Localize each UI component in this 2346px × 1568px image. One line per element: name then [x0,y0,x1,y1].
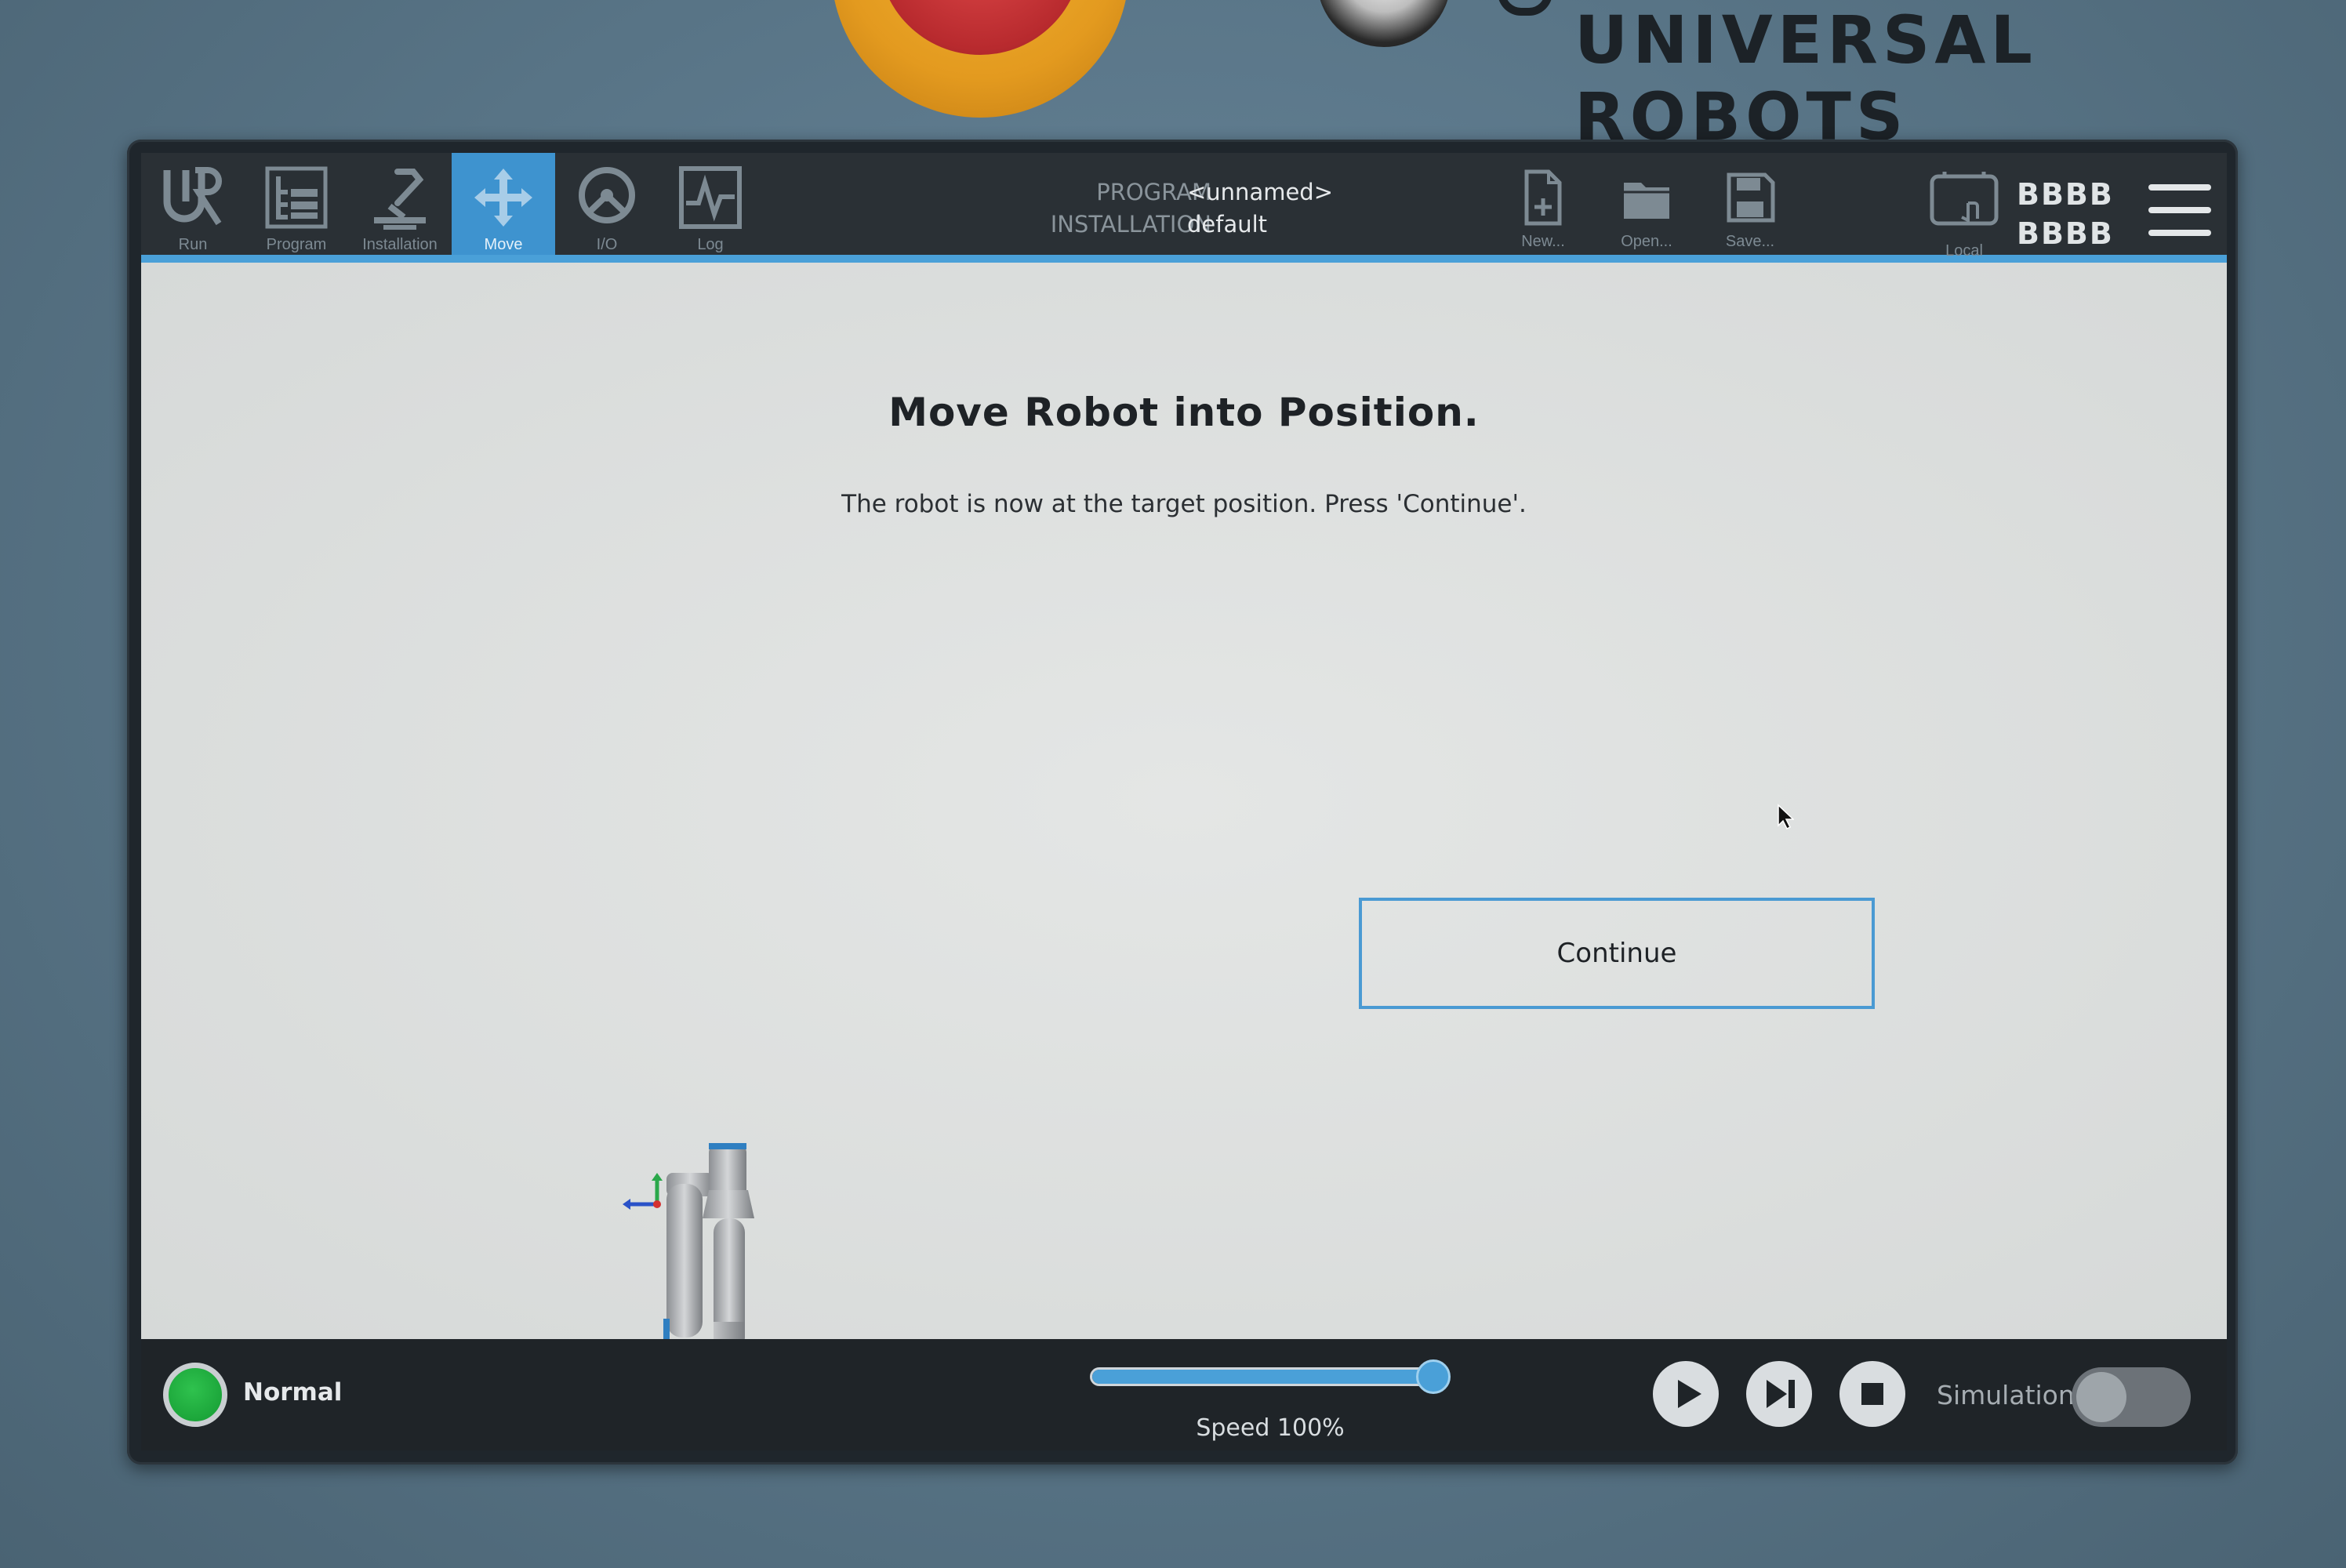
save-button-label: Save... [1725,233,1775,250]
robot-id-line-1: BBBB [2017,177,2114,212]
save-button[interactable]: Save... [1703,161,1797,256]
status-footer: Normal Speed 100% Simulation [141,1339,2227,1450]
ur-logo-icon [163,167,222,226]
hamburger-menu-icon[interactable] [2148,184,2211,236]
folder-icon [1624,183,1669,219]
continue-button[interactable]: Continue [1359,898,1875,1009]
local-control-icon [1930,172,1999,226]
new-button[interactable]: New... [1496,161,1590,256]
nav-move[interactable]: Move [452,153,555,255]
nav-program-label: Program [266,236,327,253]
io-icon [579,167,635,223]
program-info-values: <unnamed> default [1187,176,1333,241]
move-icon [474,169,532,227]
local-control-button[interactable]: Local [1921,161,2007,263]
play-icon [1678,1380,1701,1408]
instruction-message: The robot is now at the target position.… [841,490,1527,518]
simulation-toggle-knob [2076,1372,2126,1422]
teach-pendant-screen: Run Program Installation Move I/O Log PR… [141,153,2227,1450]
new-file-icon [1524,169,1562,226]
stop-button[interactable] [1839,1361,1905,1427]
speed-slider-handle[interactable] [1416,1359,1451,1394]
open-button-label: Open... [1621,233,1672,250]
nav-installation-label: Installation [362,236,438,253]
save-disk-icon [1727,172,1775,223]
step-button[interactable] [1746,1361,1812,1427]
nav-installation[interactable]: Installation [348,153,452,255]
simulation-label: Simulation [1937,1380,2075,1410]
nav-io[interactable]: I/O [555,153,659,255]
local-label: Local [1945,242,1983,260]
main-content: Move Robot into Position. The robot is n… [141,263,2227,1363]
program-name: <unnamed> [1187,179,1334,205]
log-icon [679,166,742,229]
top-navigation-bar: Run Program Installation Move I/O Log PR… [141,153,2227,263]
installation-icon [374,169,426,230]
nav-run-label: Run [178,236,208,253]
nav-move-label: Move [484,236,523,253]
emergency-stop-button[interactable] [831,0,1129,118]
nav-run[interactable]: Run [141,153,245,255]
stop-icon [1861,1383,1883,1405]
simulation-toggle[interactable] [2072,1367,2191,1427]
installation-name: default [1187,211,1268,238]
page-title: Move Robot into Position. [888,390,1480,435]
robot-id-line-2: BBBB [2017,216,2114,251]
robot-identifier: BBBB BBBB [2017,175,2114,253]
robot-3d-model[interactable] [612,1137,800,1364]
nav-program[interactable]: Program [245,153,348,255]
brand-logo-icon [1498,0,1552,16]
play-button[interactable] [1653,1361,1719,1427]
brand-name: UNIVERSAL ROBOTS [1574,2,2037,155]
step-forward-icon [1767,1380,1795,1408]
speed-label: Speed 100% [1196,1414,1345,1442]
new-button-label: New... [1521,233,1565,250]
nav-log[interactable]: Log [659,153,762,255]
mouse-cursor-icon [1778,804,1794,830]
key-switch[interactable] [1317,0,1451,47]
speed-slider-track[interactable] [1090,1367,1443,1386]
nav-io-label: I/O [596,236,618,253]
open-button[interactable]: Open... [1600,161,1694,256]
nav-log-label: Log [697,236,724,253]
robot-status-text: Normal [243,1378,343,1406]
robot-status-indicator[interactable] [163,1363,227,1427]
program-icon [265,166,328,229]
speed-slider-fill [1092,1370,1440,1384]
